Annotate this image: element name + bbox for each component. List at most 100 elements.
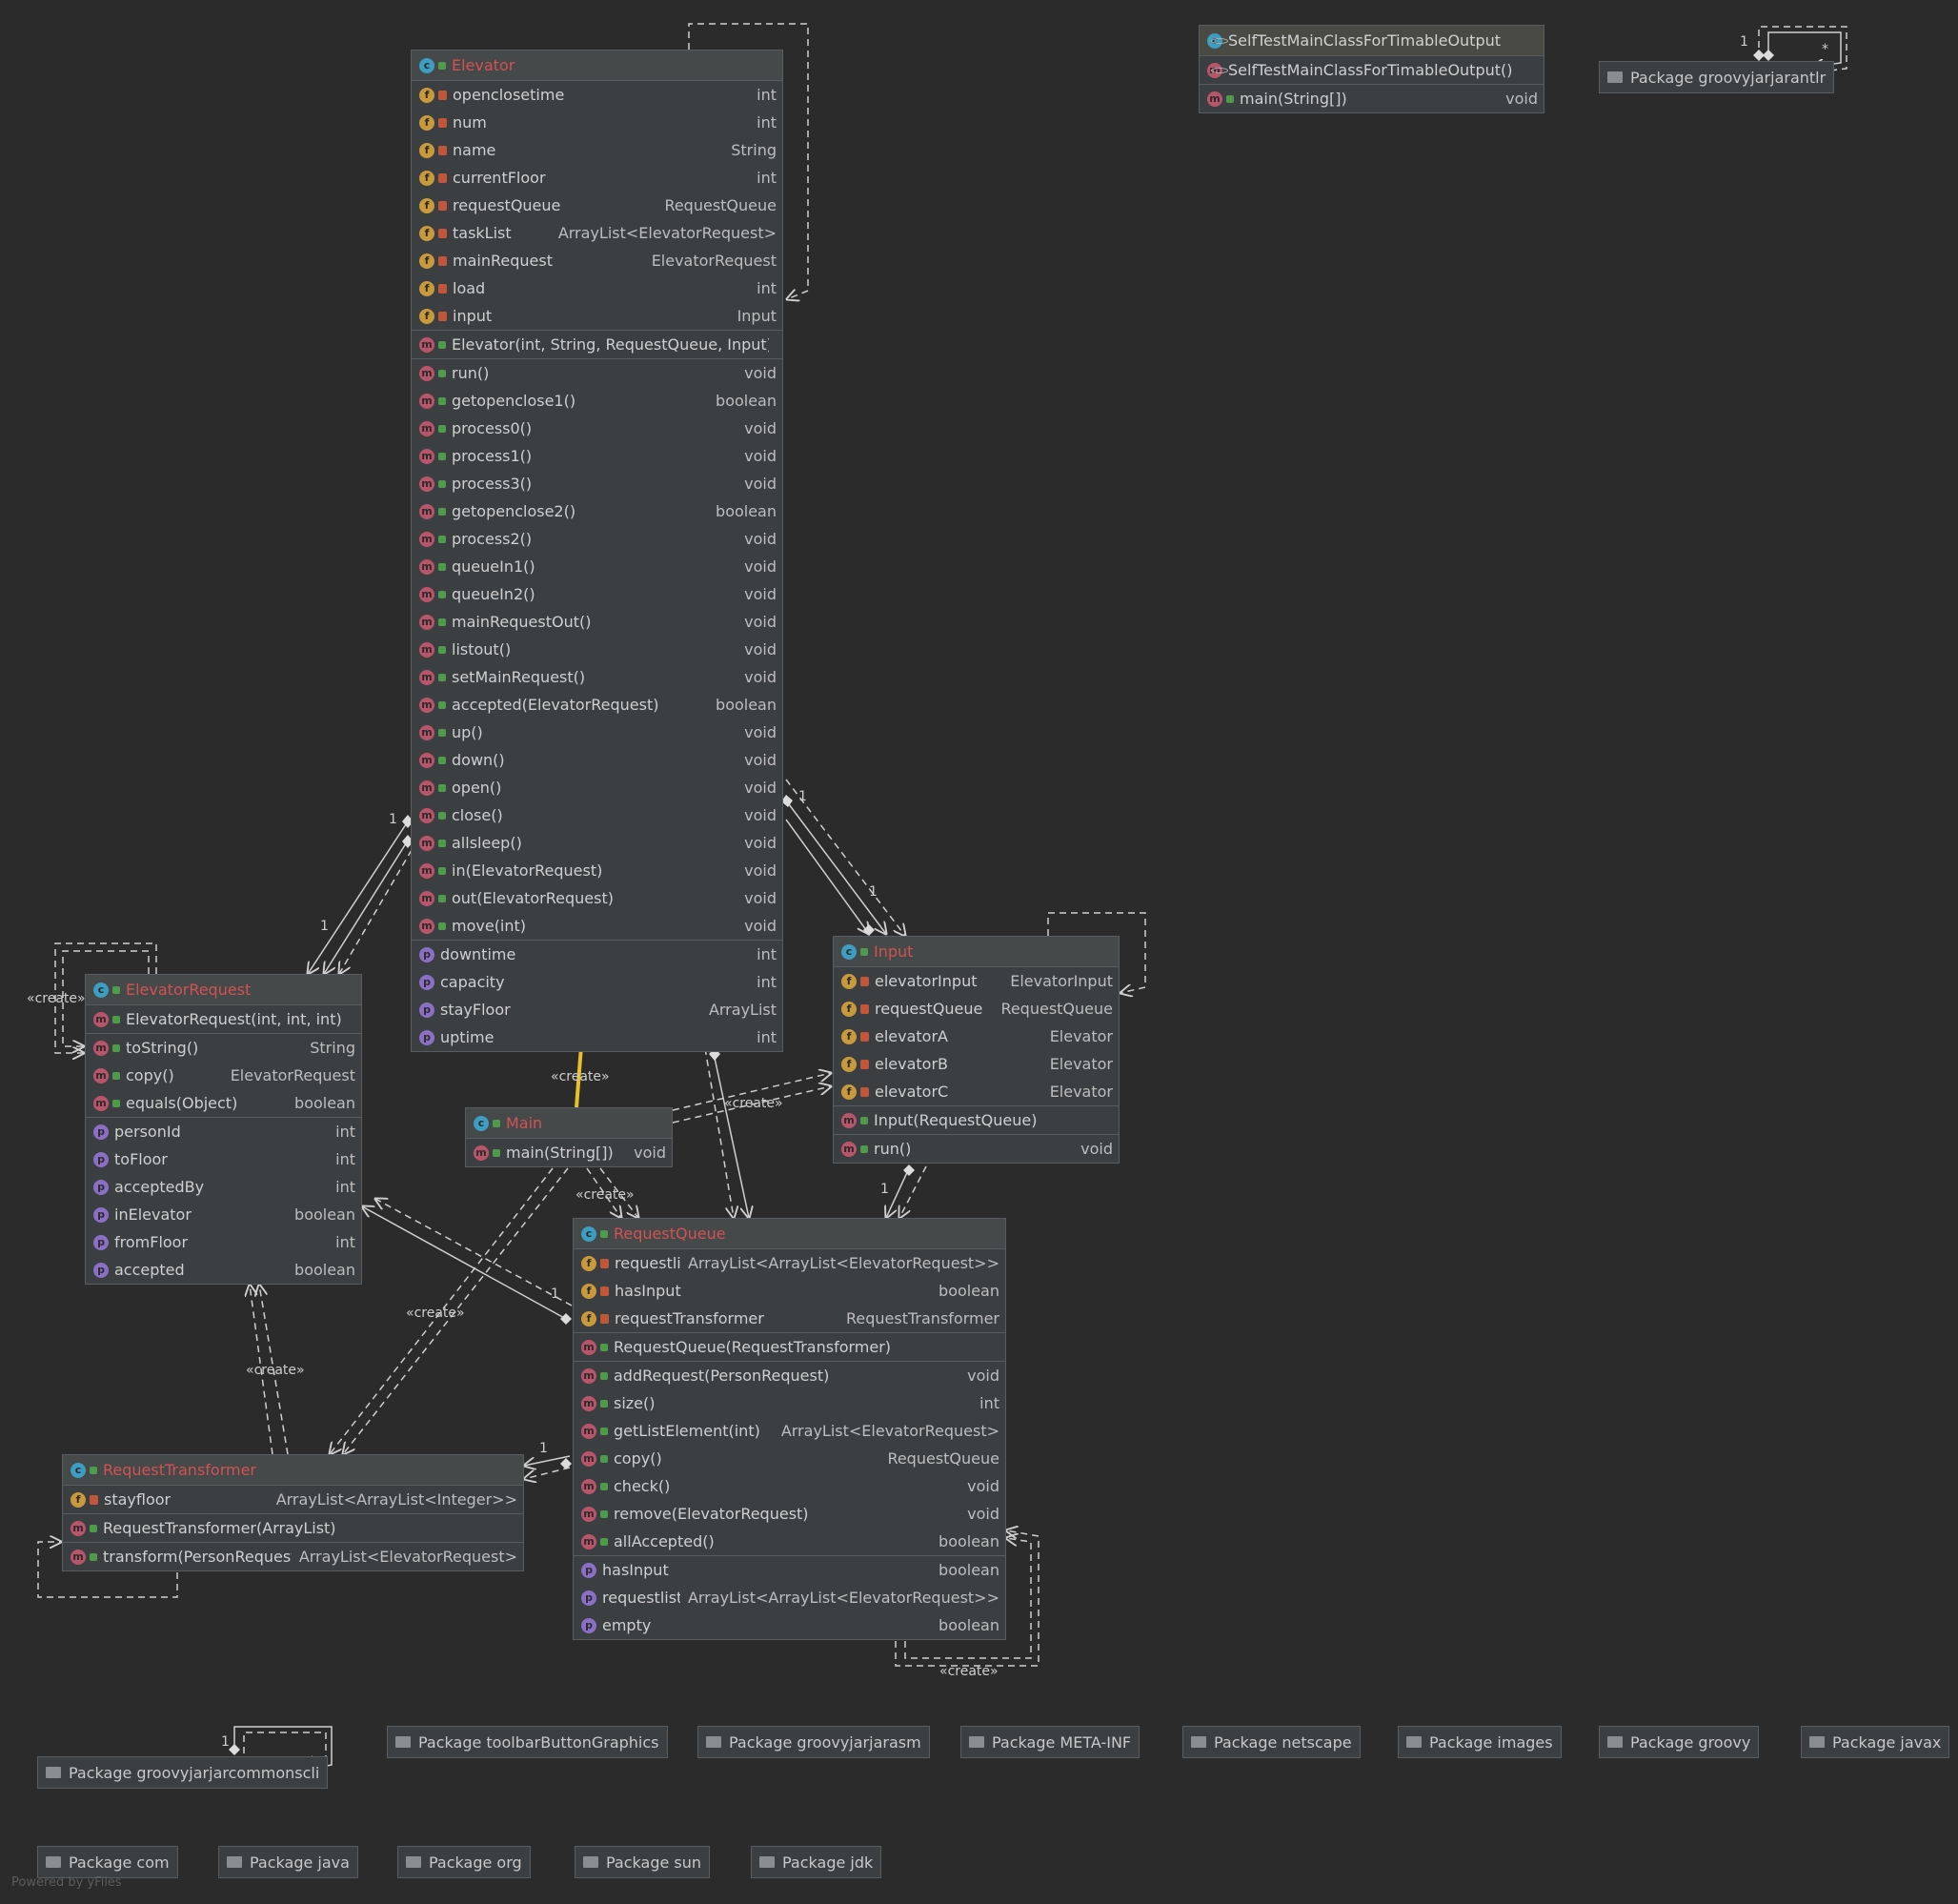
- class-header[interactable]: c RequestQueue: [574, 1219, 1005, 1249]
- class-member-row[interactable]: m process0() void: [412, 415, 782, 442]
- class-member-row[interactable]: f elevatorInput ElevatorInput: [834, 967, 1119, 995]
- package-netscape[interactable]: Package netscape: [1182, 1726, 1361, 1758]
- class-member-row[interactable]: m Input(RequestQueue): [834, 1106, 1119, 1134]
- class-member-row[interactable]: m open() void: [412, 774, 782, 801]
- class-header[interactable]: c Main: [466, 1108, 672, 1139]
- class-header[interactable]: c Elevator: [412, 51, 782, 81]
- class-member-row[interactable]: p uptime int: [412, 1023, 782, 1051]
- class-member-row[interactable]: m equals(Object) boolean: [86, 1089, 361, 1117]
- class-header[interactable]: c RequestTransformer: [63, 1455, 523, 1486]
- class-member-row[interactable]: f requestQueue RequestQueue: [412, 192, 782, 219]
- class-member-row[interactable]: m out(ElevatorRequest) void: [412, 884, 782, 912]
- class-box-requesttransformer[interactable]: c RequestTransformer f stayfloor ArrayList<A…: [62, 1454, 524, 1571]
- class-box-input[interactable]: c Input f elevatorInput ElevatorInput f reques…: [833, 936, 1120, 1164]
- class-member-row[interactable]: f elevatorA Elevator: [834, 1023, 1119, 1050]
- package-groovyjarjarantlr[interactable]: Package groovyjarjarantlr: [1599, 61, 1835, 93]
- class-member-row[interactable]: m SelfTestMainClassForTimableOutput(): [1200, 56, 1544, 84]
- class-box-elevatorrequest[interactable]: c ElevatorRequest m ElevatorRequest(int, in…: [85, 974, 362, 1285]
- class-member-row[interactable]: m queueIn2() void: [412, 580, 782, 608]
- class-box-main[interactable]: c Main m main(String[]) void: [465, 1107, 673, 1167]
- class-member-row[interactable]: m allsleep() void: [412, 829, 782, 857]
- class-member-row[interactable]: p downtime int: [412, 941, 782, 968]
- class-member-row[interactable]: m mainRequestOut() void: [412, 608, 782, 636]
- class-member-row[interactable]: m remove(ElevatorRequest) void: [574, 1500, 1005, 1528]
- class-member-row[interactable]: m queueIn1() void: [412, 553, 782, 580]
- class-header[interactable]: c SelfTestMainClassForTimableOutput: [1200, 26, 1544, 56]
- class-member-row[interactable]: m addRequest(PersonRequest) void: [574, 1362, 1005, 1389]
- class-header[interactable]: c ElevatorRequest: [86, 975, 361, 1005]
- class-member-row[interactable]: m RequestQueue(RequestTransformer): [574, 1333, 1005, 1361]
- class-box-requestqueue[interactable]: c RequestQueue f requestlist ArrayList<Array…: [573, 1218, 1006, 1640]
- class-box-selftest[interactable]: c SelfTestMainClassForTimableOutput m SelfT…: [1199, 25, 1544, 113]
- class-member-row[interactable]: p acceptedBy int: [86, 1173, 361, 1201]
- class-member-row[interactable]: m down() void: [412, 746, 782, 774]
- class-member-row[interactable]: f taskList ArrayList<ElevatorRequest>: [412, 219, 782, 247]
- class-member-row[interactable]: p hasInput boolean: [574, 1556, 1005, 1584]
- class-member-row[interactable]: m copy() RequestQueue: [574, 1445, 1005, 1472]
- class-member-row[interactable]: m move(int) void: [412, 912, 782, 940]
- class-member-row[interactable]: p fromFloor int: [86, 1228, 361, 1256]
- class-member-row[interactable]: m close() void: [412, 801, 782, 829]
- class-member-row[interactable]: m listout() void: [412, 636, 782, 663]
- class-member-row[interactable]: p toFloor int: [86, 1145, 361, 1173]
- class-member-row[interactable]: f mainRequest ElevatorRequest: [412, 247, 782, 274]
- class-header[interactable]: c Input: [834, 937, 1119, 967]
- class-member-row[interactable]: m main(String[]) void: [1200, 85, 1544, 112]
- class-member-row[interactable]: p requestlist ArrayList<ArrayList<Elevator…: [574, 1584, 1005, 1611]
- class-member-row[interactable]: m Elevator(int, String, RequestQueue, Inp…: [412, 331, 782, 358]
- package-images[interactable]: Package images: [1398, 1726, 1562, 1758]
- class-member-row[interactable]: f load int: [412, 274, 782, 302]
- package-com[interactable]: Package com: [37, 1846, 178, 1878]
- package-java[interactable]: Package java: [218, 1846, 358, 1878]
- class-member-row[interactable]: f name String: [412, 136, 782, 164]
- class-member-row[interactable]: f requestlist ArrayList<ArrayList<Elevator…: [574, 1249, 1005, 1277]
- class-member-row[interactable]: m getListElement(int) ArrayList<ElevatorRe…: [574, 1417, 1005, 1445]
- class-member-row[interactable]: f elevatorC Elevator: [834, 1078, 1119, 1105]
- class-member-row[interactable]: p personId int: [86, 1118, 361, 1145]
- class-member-row[interactable]: p inElevator boolean: [86, 1201, 361, 1228]
- class-member-row[interactable]: m ElevatorRequest(int, int, int): [86, 1005, 361, 1033]
- class-member-row[interactable]: p capacity int: [412, 968, 782, 996]
- package-org[interactable]: Package org: [397, 1846, 531, 1878]
- package-groovyjarjarcommonscli[interactable]: Package groovyjarjarcommonscli: [37, 1756, 329, 1789]
- class-member-row[interactable]: m toString() String: [86, 1034, 361, 1062]
- class-member-row[interactable]: m RequestTransformer(ArrayList): [63, 1514, 523, 1542]
- class-member-row[interactable]: m process3() void: [412, 470, 782, 497]
- class-member-row[interactable]: f num int: [412, 109, 782, 136]
- class-member-row[interactable]: m getopenclose1() boolean: [412, 387, 782, 415]
- class-member-row[interactable]: f requestTransformer RequestTransformer: [574, 1305, 1005, 1332]
- class-member-row[interactable]: f openclosetime int: [412, 81, 782, 109]
- class-member-row[interactable]: f currentFloor int: [412, 164, 782, 192]
- package-groovy[interactable]: Package groovy: [1599, 1726, 1760, 1758]
- package-meta-inf[interactable]: Package META-INF: [960, 1726, 1140, 1758]
- class-member-row[interactable]: p empty boolean: [574, 1611, 1005, 1639]
- class-member-row[interactable]: m allAccepted() boolean: [574, 1528, 1005, 1555]
- class-member-row[interactable]: f stayfloor ArrayList<ArrayList<Integer>>: [63, 1486, 523, 1513]
- class-member-row[interactable]: p accepted boolean: [86, 1256, 361, 1284]
- class-member-row[interactable]: m size() int: [574, 1389, 1005, 1417]
- class-member-row[interactable]: m accepted(ElevatorRequest) boolean: [412, 691, 782, 719]
- class-member-row[interactable]: m up() void: [412, 719, 782, 746]
- package-groovyjarjarasm[interactable]: Package groovyjarjarasm: [697, 1726, 930, 1758]
- class-member-row[interactable]: f input Input: [412, 302, 782, 330]
- class-member-row[interactable]: m getopenclose2() boolean: [412, 497, 782, 525]
- class-member-row[interactable]: m main(String[]) void: [466, 1139, 672, 1166]
- package-sun[interactable]: Package sun: [575, 1846, 711, 1878]
- class-member-row[interactable]: m in(ElevatorRequest) void: [412, 857, 782, 884]
- class-member-row[interactable]: m run() void: [834, 1135, 1119, 1163]
- package-toolbarbuttongraphics[interactable]: Package toolbarButtonGraphics: [387, 1726, 668, 1758]
- package-jdk[interactable]: Package jdk: [751, 1846, 882, 1878]
- class-member-row[interactable]: f requestQueue RequestQueue: [834, 995, 1119, 1023]
- class-member-row[interactable]: m process1() void: [412, 442, 782, 470]
- class-member-row[interactable]: f elevatorB Elevator: [834, 1050, 1119, 1078]
- class-member-row[interactable]: m transform(PersonRequest) ArrayList<Eleva…: [63, 1543, 523, 1570]
- class-box-elevator[interactable]: c Elevator f openclosetime int f num int f name St…: [411, 50, 783, 1052]
- package-javax[interactable]: Package javax: [1801, 1726, 1950, 1758]
- class-member-row[interactable]: m copy() ElevatorRequest: [86, 1062, 361, 1089]
- class-member-row[interactable]: m process2() void: [412, 525, 782, 553]
- class-member-row[interactable]: f hasInput boolean: [574, 1277, 1005, 1305]
- class-member-row[interactable]: m setMainRequest() void: [412, 663, 782, 691]
- class-member-row[interactable]: m check() void: [574, 1472, 1005, 1500]
- class-member-row[interactable]: m run() void: [412, 359, 782, 387]
- class-member-row[interactable]: p stayFloor ArrayList: [412, 996, 782, 1023]
